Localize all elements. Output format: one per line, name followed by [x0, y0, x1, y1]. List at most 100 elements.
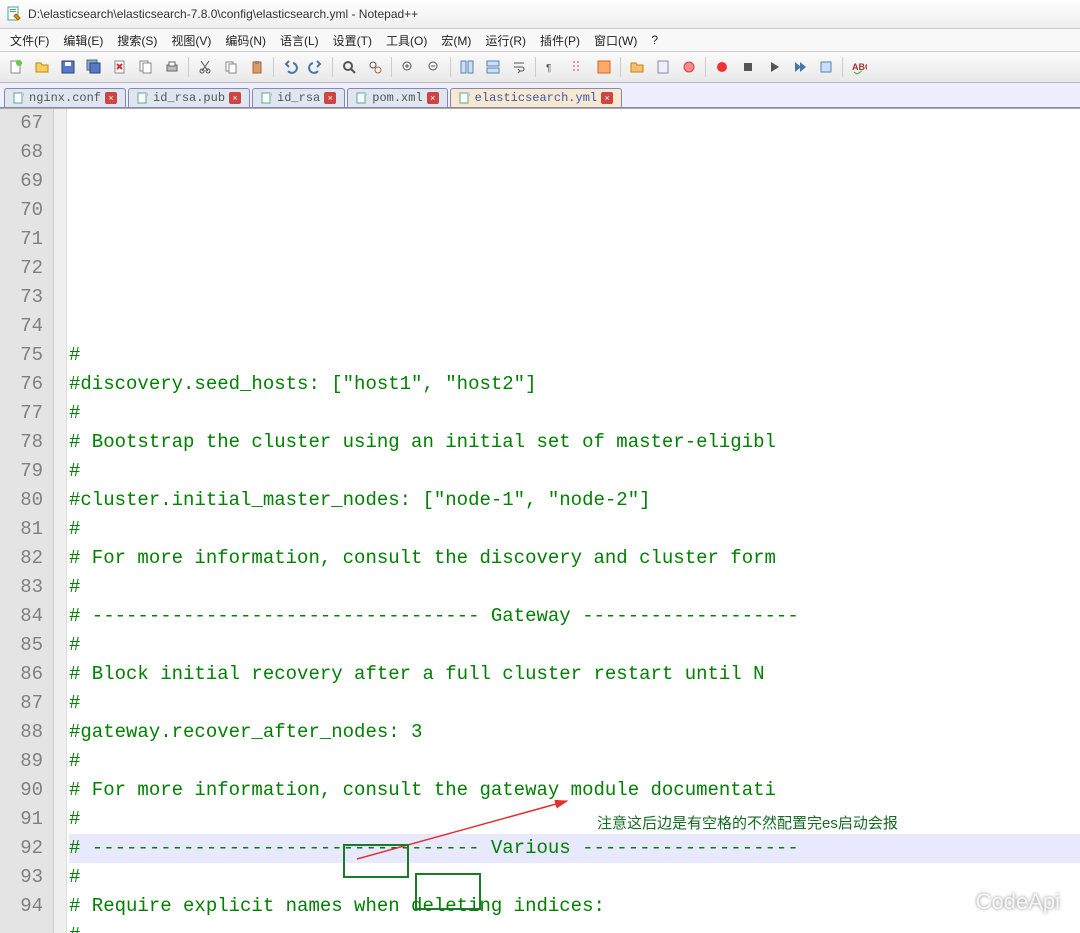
redo-icon[interactable]	[304, 55, 328, 79]
tab-close-icon[interactable]: ×	[427, 92, 439, 104]
file-icon	[13, 92, 25, 104]
indent-guide-icon[interactable]	[566, 55, 590, 79]
toolbar-separator	[842, 57, 843, 77]
line-number: 75	[10, 341, 43, 370]
titlebar: D:\elasticsearch\elasticsearch-7.8.0\con…	[0, 0, 1080, 29]
menu-view[interactable]: 视图(V)	[165, 30, 217, 51]
tab-pom-xml[interactable]: pom.xml×	[347, 88, 447, 107]
find-icon[interactable]	[337, 55, 361, 79]
menu-run[interactable]: 运行(R)	[479, 30, 532, 51]
close-all-icon[interactable]	[134, 55, 158, 79]
svg-text:¶: ¶	[546, 63, 551, 74]
menu-edit[interactable]: 编辑(E)	[57, 30, 109, 51]
record-icon[interactable]	[710, 55, 734, 79]
code-line[interactable]: # Block initial recovery after a full cl…	[69, 660, 1080, 689]
spellcheck-icon[interactable]: ABC	[847, 55, 871, 79]
code-line[interactable]: #	[69, 689, 1080, 718]
ucase-icon[interactable]	[592, 55, 616, 79]
code-line[interactable]: #	[69, 573, 1080, 602]
toolbar: ¶ ABC	[0, 52, 1080, 83]
code-line[interactable]: #discovery.seed_hosts: ["host1", "host2"…	[69, 370, 1080, 399]
menu-help[interactable]: ?	[645, 31, 664, 49]
toolbar-separator	[535, 57, 536, 77]
code-line[interactable]: #	[69, 457, 1080, 486]
doc-map-icon[interactable]	[651, 55, 675, 79]
paste-icon[interactable]	[245, 55, 269, 79]
tab-label: nginx.conf	[29, 91, 101, 105]
undo-icon[interactable]	[278, 55, 302, 79]
print-icon[interactable]	[160, 55, 184, 79]
save-all-icon[interactable]	[82, 55, 106, 79]
tab-close-icon[interactable]: ×	[601, 92, 613, 104]
code-line[interactable]: #cluster.initial_master_nodes: ["node-1"…	[69, 486, 1080, 515]
line-number: 81	[10, 515, 43, 544]
code-line[interactable]: # For more information, consult the gate…	[69, 776, 1080, 805]
code-line[interactable]: #	[69, 399, 1080, 428]
menu-tools[interactable]: 工具(O)	[380, 30, 433, 51]
tab-label: id_rsa.pub	[153, 91, 225, 105]
code-line[interactable]: #	[69, 863, 1080, 892]
save-macro-icon[interactable]	[814, 55, 838, 79]
highlight-box-2	[415, 873, 481, 910]
tab-elasticsearch-yml[interactable]: elasticsearch.yml×	[450, 88, 622, 107]
tab-id_rsa[interactable]: id_rsa×	[252, 88, 345, 107]
sync-v-icon[interactable]	[455, 55, 479, 79]
watermark-text: CodeApi	[976, 889, 1060, 915]
menu-window[interactable]: 窗口(W)	[588, 30, 643, 51]
code-line[interactable]: #	[69, 747, 1080, 776]
line-number: 72	[10, 254, 43, 283]
open-file-icon[interactable]	[30, 55, 54, 79]
tab-close-icon[interactable]: ×	[105, 92, 117, 104]
tab-id_rsa-pub[interactable]: id_rsa.pub ×	[128, 88, 250, 107]
line-number: 94	[10, 892, 43, 921]
toolbar-separator	[188, 57, 189, 77]
menu-language[interactable]: 语言(L)	[274, 30, 325, 51]
menu-settings[interactable]: 设置(T)	[327, 30, 378, 51]
copy-icon[interactable]	[219, 55, 243, 79]
func-list-icon[interactable]	[677, 55, 701, 79]
app-icon	[6, 6, 22, 22]
play-multi-icon[interactable]	[788, 55, 812, 79]
menu-search[interactable]: 搜索(S)	[111, 30, 163, 51]
code-line[interactable]: # For more information, consult the disc…	[69, 544, 1080, 573]
code-line[interactable]: # Bootstrap the cluster using an initial…	[69, 428, 1080, 457]
code-area[interactable]: 注意这后边是有空格的不然配置完es启动会报 ##discovery.seed_h…	[67, 109, 1080, 933]
line-number: 91	[10, 805, 43, 834]
code-line[interactable]: #	[69, 631, 1080, 660]
toolbar-separator	[705, 57, 706, 77]
code-line[interactable]: #	[69, 921, 1080, 933]
tab-close-icon[interactable]: ×	[324, 92, 336, 104]
code-line[interactable]: #	[69, 805, 1080, 834]
code-line[interactable]: # ---------------------------------- Var…	[69, 834, 1080, 863]
menu-file[interactable]: 文件(F)	[4, 30, 55, 51]
folder-icon[interactable]	[625, 55, 649, 79]
line-number: 87	[10, 689, 43, 718]
code-line[interactable]: # Require explicit names when deleting i…	[69, 892, 1080, 921]
code-line[interactable]: #gateway.recover_after_nodes: 3	[69, 718, 1080, 747]
sync-h-icon[interactable]	[481, 55, 505, 79]
replace-icon[interactable]	[363, 55, 387, 79]
close-file-icon[interactable]	[108, 55, 132, 79]
tab-nginx-conf[interactable]: nginx.conf ×	[4, 88, 126, 107]
code-line[interactable]: #	[69, 515, 1080, 544]
zoom-in-icon[interactable]	[396, 55, 420, 79]
tab-close-icon[interactable]: ×	[229, 92, 241, 104]
wrap-icon[interactable]	[507, 55, 531, 79]
menu-encoding[interactable]: 编码(N)	[219, 30, 272, 51]
zoom-out-icon[interactable]	[422, 55, 446, 79]
code-line[interactable]: # ---------------------------------- Gat…	[69, 602, 1080, 631]
save-icon[interactable]	[56, 55, 80, 79]
play-icon[interactable]	[762, 55, 786, 79]
line-number: 80	[10, 486, 43, 515]
stop-icon[interactable]	[736, 55, 760, 79]
svg-text:ABC: ABC	[852, 62, 867, 72]
cut-icon[interactable]	[193, 55, 217, 79]
new-file-icon[interactable]	[4, 55, 28, 79]
show-all-chars-icon[interactable]: ¶	[540, 55, 564, 79]
line-number: 83	[10, 573, 43, 602]
menu-macro[interactable]: 宏(M)	[435, 30, 477, 51]
menu-plugins[interactable]: 插件(P)	[534, 30, 586, 51]
editor[interactable]: 6768697071727374757677787980818283848586…	[0, 108, 1080, 933]
line-number: 74	[10, 312, 43, 341]
code-line[interactable]: #	[69, 341, 1080, 370]
